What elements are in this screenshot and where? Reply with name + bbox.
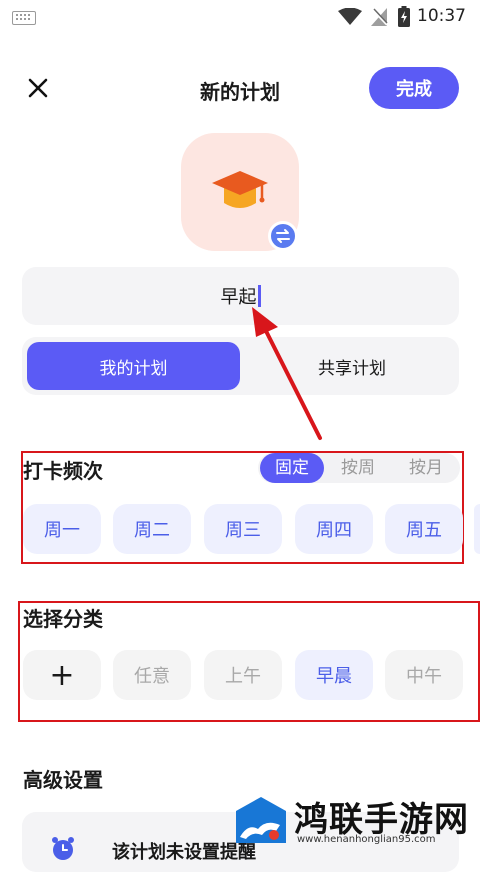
add-category-button[interactable]: + [23,650,101,700]
day-monday[interactable]: 周一 [23,504,101,554]
swap-icon[interactable] [268,221,298,251]
keyboard-icon [12,11,36,25]
category-noon[interactable]: 中午 [385,650,463,700]
mode-weekly[interactable]: 按周 [330,453,386,483]
battery-charging-icon [398,6,410,27]
category-any[interactable]: 任意 [113,650,191,700]
category-morning-am[interactable]: 上午 [204,650,282,700]
graduation-cap-icon [212,171,268,208]
mode-monthly[interactable]: 按月 [396,453,456,483]
alarm-clock-icon [52,837,74,860]
category-title: 选择分类 [23,607,103,631]
day-partial-next[interactable] [474,504,480,554]
frequency-title: 打卡频次 [23,459,103,483]
watermark-url: www.henanhonglian95.com [297,834,436,845]
day-tuesday[interactable]: 周二 [113,504,191,554]
text-caret [257,285,261,307]
frequency-mode-segment: 固定 按周 按月 [258,453,460,483]
advanced-title: 高级设置 [23,768,103,792]
done-button[interactable]: 完成 [369,67,459,109]
site-logo-icon [236,797,286,843]
day-wednesday[interactable]: 周三 [204,504,282,554]
annotation-arrow [252,307,322,440]
wifi-icon [338,8,362,25]
my-plan-tab[interactable]: 我的计划 [27,342,240,390]
no-signal-icon [371,8,388,26]
day-friday[interactable]: 周五 [385,504,463,554]
clock: 10:37 [417,6,466,26]
category-early-morning[interactable]: 早晨 [295,650,373,700]
status-bar: 10:37 [0,0,480,34]
day-thursday[interactable]: 周四 [295,504,373,554]
mode-fixed[interactable]: 固定 [260,453,324,483]
